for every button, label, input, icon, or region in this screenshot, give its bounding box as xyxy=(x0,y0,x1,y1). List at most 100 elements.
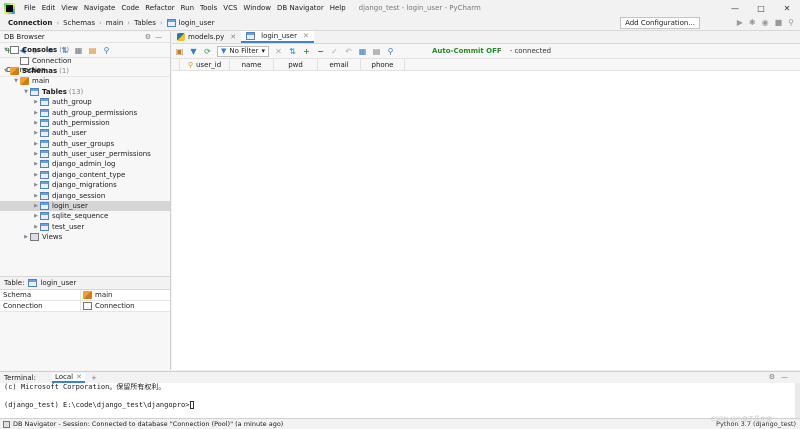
tree-item[interactable]: ▶ auth_permission xyxy=(0,118,170,128)
menu-refactor[interactable]: Refactor xyxy=(142,4,177,12)
tree-item[interactable]: Connection xyxy=(0,55,170,65)
clear-filter-icon[interactable]: ✕ xyxy=(274,47,283,56)
delete-row-icon[interactable]: − xyxy=(316,47,325,56)
expand-right-icon[interactable]: ▶ xyxy=(32,110,40,116)
auto-commit-status[interactable]: Auto-Commit OFF xyxy=(432,47,502,55)
tree-item[interactable]: ▼ Tables (13) xyxy=(0,87,170,97)
expand-right-icon[interactable]: ▶ xyxy=(32,203,40,209)
table-icon xyxy=(40,108,49,117)
search-icon[interactable]: ⚲ xyxy=(386,47,395,56)
menu-tools[interactable]: Tools xyxy=(197,4,220,12)
menu-run[interactable]: Run xyxy=(178,4,197,12)
new-terminal-icon[interactable]: + xyxy=(91,374,97,382)
expand-right-icon[interactable]: ▶ xyxy=(22,234,30,240)
tree-item[interactable]: ▶ django_migrations xyxy=(0,180,170,190)
expand-down-icon[interactable]: ▼ xyxy=(22,89,30,95)
close-tab-icon[interactable]: ✕ xyxy=(303,32,309,40)
menu-file[interactable]: File xyxy=(21,4,39,12)
menu-edit[interactable]: Edit xyxy=(39,4,59,12)
expand-right-icon[interactable]: ▶ xyxy=(32,141,40,147)
tab-login-user[interactable]: login_user ✕ xyxy=(241,31,314,43)
column-header[interactable]: name xyxy=(230,59,274,70)
gear-icon[interactable]: ⚙ xyxy=(145,33,155,41)
tree-item[interactable]: ▶ login_user xyxy=(0,200,170,212)
export-icon[interactable]: ▤ xyxy=(372,47,381,56)
grid-settings-icon[interactable]: ▦ xyxy=(358,47,367,56)
lock-icon[interactable]: ▣ xyxy=(175,47,184,56)
filter-select[interactable]: ▼ No Filter ▾ xyxy=(217,45,269,57)
expand-down-icon[interactable]: ▼ xyxy=(2,47,10,53)
tree-item[interactable]: ▶ sqlite_sequence xyxy=(0,211,170,221)
coverage-icon[interactable]: ◉ xyxy=(762,18,769,27)
tree-item[interactable]: ▼ Schemas (1) xyxy=(0,66,170,76)
tree-item[interactable]: ▶ auth_user_groups xyxy=(0,139,170,149)
hide-panel-icon[interactable]: — xyxy=(781,373,794,381)
maximize-icon[interactable]: □ xyxy=(748,0,774,16)
reload-icon[interactable]: ⟳ xyxy=(203,47,212,56)
expand-right-icon[interactable]: ▶ xyxy=(32,193,40,199)
breadcrumb-schemas[interactable]: Schemas xyxy=(61,19,97,27)
tree-item[interactable]: ▶ auth_group xyxy=(0,97,170,107)
menu-window[interactable]: Window xyxy=(240,4,274,12)
expand-down-icon[interactable]: ▼ xyxy=(2,68,10,74)
column-header[interactable]: email xyxy=(318,59,361,70)
expand-right-icon[interactable]: ▶ xyxy=(32,161,40,167)
tree-item[interactable]: ▼ main xyxy=(0,76,170,86)
menu-navigate[interactable]: Navigate xyxy=(81,4,118,12)
tree-item[interactable]: ▶ test_user xyxy=(0,222,170,232)
tree-item[interactable]: ▶ auth_group_permissions xyxy=(0,107,170,117)
menu-code[interactable]: Code xyxy=(118,4,142,12)
expand-right-icon[interactable]: ▶ xyxy=(32,151,40,157)
close-tab-icon[interactable]: ✕ xyxy=(76,373,82,381)
tool-windows-icon[interactable] xyxy=(3,420,10,428)
run-icon[interactable]: ▶ xyxy=(737,18,743,27)
tree-item[interactable]: ▶ auth_user_user_permissions xyxy=(0,149,170,159)
add-configuration-button[interactable]: Add Configuration... xyxy=(620,17,700,29)
terminal-tab-local[interactable]: Local ✕ xyxy=(51,372,85,383)
filter-icon[interactable]: ▼ xyxy=(189,47,198,56)
expand-right-icon[interactable]: ▶ xyxy=(32,130,40,136)
close-icon[interactable]: ✕ xyxy=(774,0,800,16)
tree-item[interactable]: ▶ Views xyxy=(0,232,170,242)
tab-models-py[interactable]: models.py ✕ xyxy=(172,31,241,43)
terminal-scrollbar[interactable] xyxy=(795,383,800,418)
sort-icon[interactable]: ⇅ xyxy=(288,47,297,56)
breadcrumb-tables[interactable]: Tables xyxy=(132,19,158,27)
commit-icon[interactable]: ✓ xyxy=(330,47,339,56)
tree-item[interactable]: ▶ auth_user xyxy=(0,128,170,138)
breadcrumb-connection[interactable]: Connection xyxy=(6,19,54,27)
breadcrumb-main[interactable]: main xyxy=(104,19,126,27)
insert-row-icon[interactable]: + xyxy=(302,47,311,56)
close-tab-icon[interactable]: ✕ xyxy=(230,33,236,41)
terminal-output[interactable]: (c) Microsoft Corporation。保留所有权利。 (djang… xyxy=(0,383,800,418)
tree-item-label: django_migrations xyxy=(52,181,117,190)
expand-right-icon[interactable]: ▶ xyxy=(32,99,40,105)
tree-item[interactable]: ▶ django_content_type xyxy=(0,170,170,180)
debug-icon[interactable]: ✱ xyxy=(749,18,756,27)
column-header[interactable]: phone xyxy=(361,59,405,70)
expand-right-icon[interactable]: ▶ xyxy=(32,120,40,126)
menu-help[interactable]: Help xyxy=(327,4,349,12)
expand-right-icon[interactable]: ▶ xyxy=(32,224,40,230)
expand-right-icon[interactable]: ▶ xyxy=(32,172,40,178)
menu-db-navigator[interactable]: DB Navigator xyxy=(274,4,327,12)
views-icon xyxy=(30,233,39,242)
tree-item[interactable]: ▶ django_session xyxy=(0,190,170,200)
tree-item[interactable]: ▶ django_admin_log xyxy=(0,159,170,169)
gear-icon[interactable]: ⚙ xyxy=(769,373,781,381)
menu-vcs[interactable]: VCS xyxy=(220,4,240,12)
terminal-cursor xyxy=(190,401,195,409)
tree-item[interactable]: ▼ Consoles (1) xyxy=(0,45,170,55)
column-header[interactable]: ⚲ user_id xyxy=(180,59,230,70)
expand-right-icon[interactable]: ▶ xyxy=(32,213,40,219)
search-everywhere-icon[interactable]: ⚲ xyxy=(788,18,794,27)
expand-down-icon[interactable]: ▼ xyxy=(12,78,20,84)
breadcrumb-login-user[interactable]: login_user xyxy=(165,19,217,27)
menu-view[interactable]: View xyxy=(58,4,81,12)
rollback-icon[interactable]: ↶ xyxy=(344,47,353,56)
minimize-icon[interactable]: — xyxy=(722,0,748,16)
hide-panel-icon[interactable]: — xyxy=(155,33,166,41)
column-header[interactable]: pwd xyxy=(274,59,318,70)
stop-icon[interactable]: ■ xyxy=(775,18,783,27)
expand-right-icon[interactable]: ▶ xyxy=(32,182,40,188)
